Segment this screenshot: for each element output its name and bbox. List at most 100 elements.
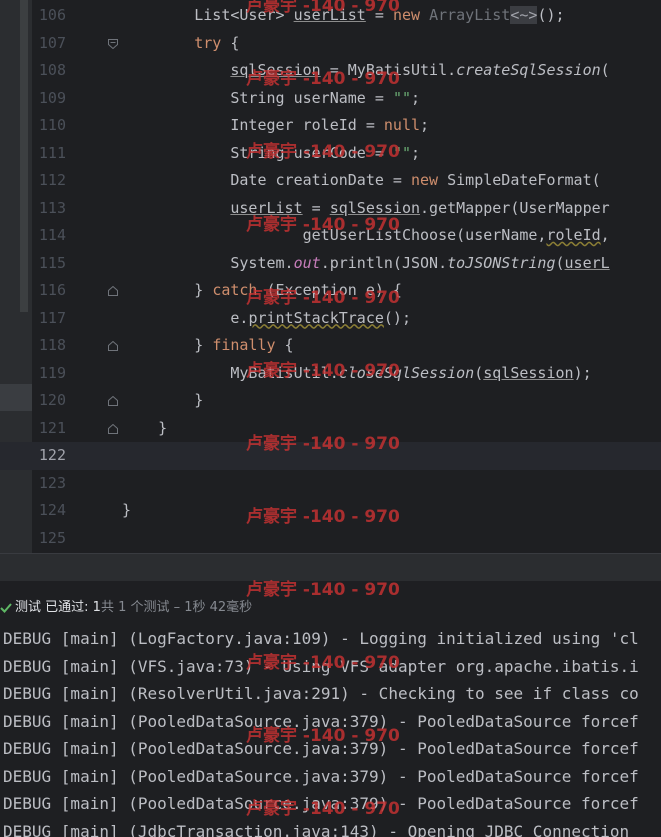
- code-line[interactable]: 110 Integer roleId = null;: [0, 112, 661, 140]
- code-token: (: [600, 61, 610, 79]
- fold-close-icon[interactable]: [108, 423, 118, 434]
- code-line[interactable]: 114 getUserListChoose(userName,roleId,: [0, 222, 661, 250]
- code-token: roleId: [546, 226, 601, 244]
- console-line: DEBUG [main] (PooledDataSource.java:379)…: [3, 794, 639, 813]
- code-line[interactable]: 116 } catch (Exception e) {: [0, 277, 661, 305]
- code-line[interactable]: 115 System.out.println(JSON.toJSONString…: [0, 250, 661, 278]
- code-text: String userCode = "";: [122, 140, 420, 168]
- code-line[interactable]: 120 }: [0, 387, 661, 415]
- line-number: 124: [38, 501, 66, 519]
- line-number: 118: [38, 336, 66, 354]
- code-line[interactable]: 119 MyBatisUtil.closeSqlSession(sqlSessi…: [0, 360, 661, 388]
- code-token: List<User>: [122, 6, 294, 24]
- code-line[interactable]: 118 } finally {: [0, 332, 661, 360]
- line-number: 121: [38, 418, 66, 437]
- console-line: DEBUG [main] (PooledDataSource.java:379)…: [3, 766, 639, 786]
- code-text: List<User> userList = new ArrayList<~>()…: [122, 2, 565, 30]
- code-token: {: [221, 33, 240, 52]
- code-token: }: [122, 418, 168, 437]
- code-line[interactable]: 123: [0, 470, 661, 498]
- code-token: finally: [212, 336, 276, 354]
- code-token: printStackTrace: [248, 308, 384, 327]
- test-summary: 共 1 个测试 – 1秒 42毫秒: [100, 600, 253, 615]
- code-token: userList: [230, 198, 303, 217]
- code-line[interactable]: 112 Date creationDate = new SimpleDateFo…: [0, 167, 661, 195]
- code-token: }: [122, 391, 204, 409]
- panel-divider[interactable]: [0, 553, 661, 581]
- code-text: } finally {: [122, 332, 294, 360]
- code-token: String userName =: [122, 88, 393, 107]
- code-editor[interactable]: 106 List<User> userList = new ArrayList<…: [0, 0, 661, 553]
- code-text: } catch (Exception e) {: [122, 277, 402, 305]
- console-line: DEBUG [main] (PooledDataSource.java:379)…: [3, 711, 639, 731]
- code-token: "": [392, 88, 411, 107]
- code-line[interactable]: 121 }: [0, 415, 661, 443]
- code-line[interactable]: 107 try {: [0, 30, 661, 58]
- code-text: e.printStackTrace();: [122, 305, 411, 333]
- line-number: 108: [38, 61, 66, 79]
- line-number: 123: [38, 473, 66, 492]
- line-number: 114: [38, 226, 66, 244]
- code-text: }: [122, 387, 203, 415]
- code-token: String userCode =: [122, 143, 393, 162]
- fold-close-icon[interactable]: [108, 341, 118, 351]
- code-token: .getMapper(UserMapper: [420, 198, 610, 217]
- code-token: .println(JSON.: [320, 253, 448, 272]
- console-line: DEBUG [main] (JdbcTransaction.java:143) …: [3, 821, 630, 837]
- code-token: ;: [411, 88, 421, 107]
- code-text: String userName = "";: [122, 85, 420, 113]
- code-token: ;: [411, 143, 421, 162]
- code-line[interactable]: 108 sqlSession = MyBatisUtil.createSqlSe…: [0, 57, 661, 85]
- code-text: }: [122, 415, 167, 443]
- code-text: try {: [122, 30, 239, 58]
- code-text: Date creationDate = new SimpleDateFormat…: [122, 167, 600, 195]
- code-token: =: [365, 6, 393, 24]
- line-number: 106: [38, 6, 66, 24]
- code-token: sqlSession: [483, 363, 574, 382]
- code-token: e.: [122, 308, 249, 327]
- test-status-label: 测试 已通过:: [15, 600, 93, 615]
- code-line[interactable]: 106 List<User> userList = new ArrayList<…: [0, 2, 661, 30]
- fold-close-icon[interactable]: [108, 286, 118, 296]
- code-token: ArrayList: [429, 6, 511, 24]
- console-line: DEBUG [main] (VFS.java:73) - Using VFS a…: [3, 656, 639, 676]
- line-number: 115: [38, 253, 66, 272]
- code-line[interactable]: 124}: [0, 497, 661, 525]
- fold-open-icon[interactable]: [108, 38, 118, 49]
- fold-close-icon[interactable]: [108, 396, 118, 406]
- console-line: DEBUG [main] (ResolverUtil.java:291) - C…: [3, 684, 639, 703]
- code-token: new: [410, 171, 448, 189]
- code-token: {: [275, 336, 294, 354]
- code-line[interactable]: 122: [0, 442, 661, 470]
- code-token: createSqlSession: [456, 61, 601, 79]
- code-line[interactable]: 111 String userCode = "";: [0, 140, 661, 168]
- code-token: }: [122, 336, 213, 354]
- code-token: catch: [212, 281, 258, 299]
- line-number: 112: [38, 171, 66, 189]
- code-token: (Exception e) {: [257, 281, 402, 299]
- code-token: userL: [564, 253, 610, 272]
- code-line[interactable]: 109 String userName = "";: [0, 85, 661, 113]
- code-token: Date creationDate =: [122, 171, 411, 189]
- code-token: }: [122, 281, 213, 299]
- line-number: 113: [38, 198, 66, 217]
- console-output[interactable]: DEBUG [main] (LogFactory.java:109) - Log…: [0, 625, 661, 837]
- code-token: try: [194, 33, 222, 52]
- code-token: closeSqlSession: [338, 363, 475, 382]
- code-line[interactable]: 113 userList = sqlSession.getMapper(User…: [0, 195, 661, 223]
- code-text: Integer roleId = null;: [122, 112, 429, 140]
- code-line[interactable]: 117 e.printStackTrace();: [0, 305, 661, 333]
- code-token: MyBatisUtil.: [122, 363, 339, 382]
- code-token: out: [293, 253, 321, 272]
- code-text: sqlSession = MyBatisUtil.createSqlSessio…: [122, 57, 610, 85]
- code-token: (: [555, 253, 565, 272]
- code-line[interactable]: 125: [0, 525, 661, 553]
- code-text: System.out.println(JSON.toJSONString(use…: [122, 250, 610, 278]
- code-token: new: [392, 6, 430, 24]
- line-number: 116: [38, 281, 66, 299]
- console-line: DEBUG [main] (PooledDataSource.java:379)…: [3, 739, 639, 758]
- check-icon: [0, 601, 12, 615]
